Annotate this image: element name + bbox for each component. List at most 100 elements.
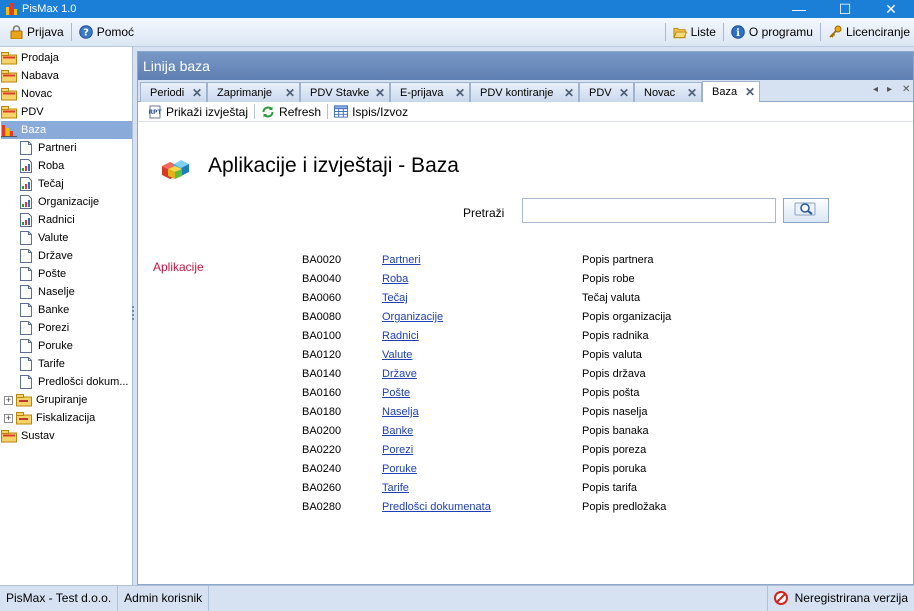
liste-label: Liste	[690, 25, 716, 39]
application-code: BA0020	[302, 254, 342, 266]
application-description: Popis poreza	[582, 444, 647, 456]
tree-item-radnici[interactable]: Radnici	[18, 211, 77, 229]
application-description: Popis država	[582, 368, 646, 380]
tab-zaprimanje[interactable]: Zaprimanje ✕	[207, 82, 300, 102]
tree-item-grupiranje[interactable]: + Grupiranje	[4, 391, 89, 409]
tree-item-baza[interactable]: Baza	[1, 121, 132, 139]
tab-periodi[interactable]: Periodi ✕	[140, 82, 207, 102]
ispis-izvoz-label: Ispis/Izvoz	[352, 104, 409, 119]
scroll-tabs-right-icon[interactable]: ▸	[887, 84, 892, 95]
tab-close-icon[interactable]: ✕	[192, 86, 202, 100]
application-code: BA0180	[302, 406, 342, 418]
application-link[interactable]: Države	[382, 368, 417, 380]
tree-item-label: Tarife	[38, 358, 65, 370]
refresh-label: Refresh	[279, 104, 322, 119]
application-code: BA0260	[302, 482, 342, 494]
tree-item-organizacije[interactable]: Organizacije	[18, 193, 101, 211]
report-icon	[18, 177, 34, 191]
application-link[interactable]: Porezi	[382, 444, 413, 456]
tree-item-label: Roba	[38, 160, 65, 172]
application-link[interactable]: Naselja	[382, 406, 419, 418]
document-icon	[18, 249, 34, 263]
tree-item-tarife[interactable]: Tarife	[18, 355, 67, 373]
application-link[interactable]: Predlošci dokumenata	[382, 501, 491, 513]
expand-toggle[interactable]: +	[4, 413, 13, 423]
application-link[interactable]: Radnici	[382, 330, 419, 342]
tree-item-novac[interactable]: Novac	[1, 85, 54, 103]
maximize-button[interactable]: ☐	[822, 0, 868, 18]
close-active-tab-icon[interactable]: ✕	[902, 84, 910, 95]
tree-item-tečaj[interactable]: Tečaj	[18, 175, 66, 193]
tree-item-prodaja[interactable]: Prodaja	[1, 49, 61, 67]
liste-menu-button[interactable]: Liste	[669, 21, 720, 43]
tree-item-sustav[interactable]: Sustav	[1, 427, 57, 445]
licenciranje-menu-button[interactable]: Licenciranje	[824, 21, 914, 43]
tree-item-predlošci-dokum[interactable]: Predlošci dokum...	[18, 373, 130, 391]
application-link[interactable]: Poruke	[382, 463, 417, 475]
application-link[interactable]: Tarife	[382, 482, 409, 494]
application-link[interactable]: Banke	[382, 425, 413, 437]
application-description: Popis banaka	[582, 425, 649, 437]
tree-item-države[interactable]: Države	[18, 247, 75, 265]
tree-item-naselje[interactable]: Naselje	[18, 283, 77, 301]
key-icon	[828, 25, 842, 39]
tab-close-icon[interactable]: ✕	[687, 86, 697, 100]
tab-novac[interactable]: Novac ✕	[634, 82, 702, 102]
application-link[interactable]: Pošte	[382, 387, 410, 399]
tab-pdv-kontiranje[interactable]: PDV kontiranje ✕	[470, 82, 579, 102]
search-input[interactable]	[522, 198, 776, 223]
application-link[interactable]: Partneri	[382, 254, 421, 266]
minimize-button[interactable]: —	[776, 0, 822, 18]
application-code: BA0280	[302, 501, 342, 513]
help-icon: ?	[78, 25, 93, 39]
o-programu-menu-button[interactable]: i O programu	[727, 21, 817, 43]
tree-item-banke[interactable]: Banke	[18, 301, 71, 319]
tab-close-icon[interactable]: ✕	[455, 86, 465, 100]
tree-item-roba[interactable]: Roba	[18, 157, 66, 175]
tree-item-partneri[interactable]: Partneri	[18, 139, 79, 157]
close-window-button[interactable]: ✕	[868, 0, 914, 18]
tree-item-nabava[interactable]: Nabava	[1, 67, 61, 85]
tree-item-poruke[interactable]: Poruke	[18, 337, 75, 355]
prikazi-izvjestaj-button[interactable]: RPT Prikaži izvještaj	[144, 105, 252, 119]
tree-item-label: Nabava	[21, 70, 59, 82]
application-description: Popis partnera	[582, 254, 654, 266]
tab-pdv-stavke[interactable]: PDV Stavke ✕	[300, 82, 390, 102]
tree-item-porezi[interactable]: Porezi	[18, 319, 71, 337]
tree-item-pdv[interactable]: PDV	[1, 103, 46, 121]
application-link[interactable]: Tečaj	[382, 292, 408, 304]
application-link[interactable]: Roba	[382, 273, 408, 285]
tab-close-icon[interactable]: ✕	[619, 86, 629, 100]
tab-close-icon[interactable]: ✕	[375, 86, 385, 100]
folder-module-icon	[1, 69, 17, 83]
tree-item-label: Porezi	[38, 322, 70, 334]
tab-close-icon[interactable]: ✕	[564, 86, 574, 100]
folder-icon	[16, 393, 32, 407]
pomoc-menu-button[interactable]: ? Pomoć	[75, 21, 138, 43]
report-icon	[18, 195, 34, 209]
tree-item-fiskalizacija[interactable]: + Fiskalizacija	[4, 409, 97, 427]
tab-pdv[interactable]: PDV ✕	[579, 82, 634, 102]
tab-close-icon[interactable]: ✕	[745, 85, 755, 99]
tree-item-label: Pošte	[38, 268, 67, 280]
report-icon	[18, 159, 34, 173]
splitter-handle[interactable]	[132, 306, 135, 324]
navigation-tree: Prodaja Nabava Novac PDV Baza Partneri Roba Teč…	[0, 47, 133, 585]
prijava-menu-button[interactable]: Prijava	[5, 21, 68, 43]
expand-toggle[interactable]: +	[4, 395, 13, 405]
application-code: BA0140	[302, 368, 342, 380]
tab-e-prijava[interactable]: E-prijava ✕	[390, 82, 470, 102]
application-link[interactable]: Organizacije	[382, 311, 443, 323]
tree-item-label: Novac	[21, 88, 53, 100]
tree-item-pošte[interactable]: Pošte	[18, 265, 68, 283]
tab-close-icon[interactable]: ✕	[285, 86, 295, 100]
colored-blocks-icon	[160, 158, 192, 183]
refresh-button[interactable]: Refresh	[257, 105, 325, 119]
application-link[interactable]: Valute	[382, 349, 412, 361]
tab-baza[interactable]: Baza ✕	[702, 81, 760, 102]
search-button[interactable]	[783, 198, 829, 223]
report-toolbar: RPT Prikaži izvještaj Refresh Ispis/Izvo…	[138, 102, 913, 122]
tree-item-valute[interactable]: Valute	[18, 229, 70, 247]
ispis-izvoz-button[interactable]: Ispis/Izvoz	[330, 105, 412, 119]
scroll-tabs-left-icon[interactable]: ◂	[873, 84, 878, 95]
